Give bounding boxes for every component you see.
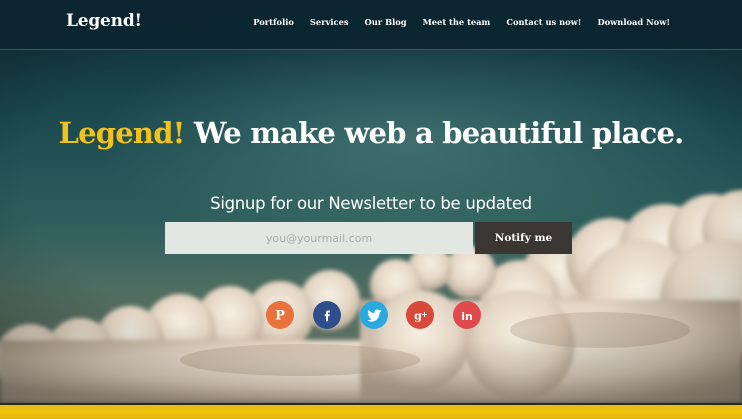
hero-headline: Legend! We make web a beautiful place. [0, 116, 742, 150]
twitter-glyph [366, 309, 381, 322]
nav-meet-the-team[interactable]: Meet the team [423, 17, 491, 27]
main-nav: Portfolio Services Our Blog Meet the tea… [253, 17, 670, 27]
nav-portfolio[interactable]: Portfolio [253, 17, 294, 27]
facebook-glyph [324, 310, 330, 322]
nav-contact-us[interactable]: Contact us now! [506, 17, 581, 27]
newsletter-subtitle: Signup for our Newsletter to be updated [210, 194, 532, 213]
nav-services[interactable]: Services [310, 17, 349, 27]
svg-text:P: P [275, 309, 285, 323]
svg-text:in: in [461, 310, 473, 322]
nav-our-blog[interactable]: Our Blog [365, 17, 407, 27]
email-input[interactable] [165, 222, 473, 254]
linkedin-icon[interactable]: in [453, 301, 481, 329]
site-logo[interactable]: Legend! [66, 11, 142, 31]
pinterest-glyph: P [275, 309, 285, 323]
top-navbar: Legend! Portfolio Services Our Blog Meet… [0, 0, 742, 50]
linkedin-glyph: in [461, 310, 473, 322]
headline-brand: Legend! [58, 116, 186, 150]
nav-download-now[interactable]: Download Now! [597, 17, 670, 27]
svg-text:+: + [421, 310, 428, 319]
google-plus-icon[interactable]: g + [406, 301, 434, 329]
google-plus-glyph: g + [414, 309, 428, 322]
bottom-accent-strip [0, 403, 742, 419]
headline-text: We make web a beautiful place. [193, 116, 684, 150]
pinterest-icon[interactable]: P [266, 301, 294, 329]
facebook-icon[interactable] [313, 301, 341, 329]
twitter-icon[interactable] [360, 301, 388, 329]
landing-page: Legend! Portfolio Services Our Blog Meet… [0, 0, 742, 419]
notify-me-button[interactable]: Notify me [475, 222, 572, 254]
